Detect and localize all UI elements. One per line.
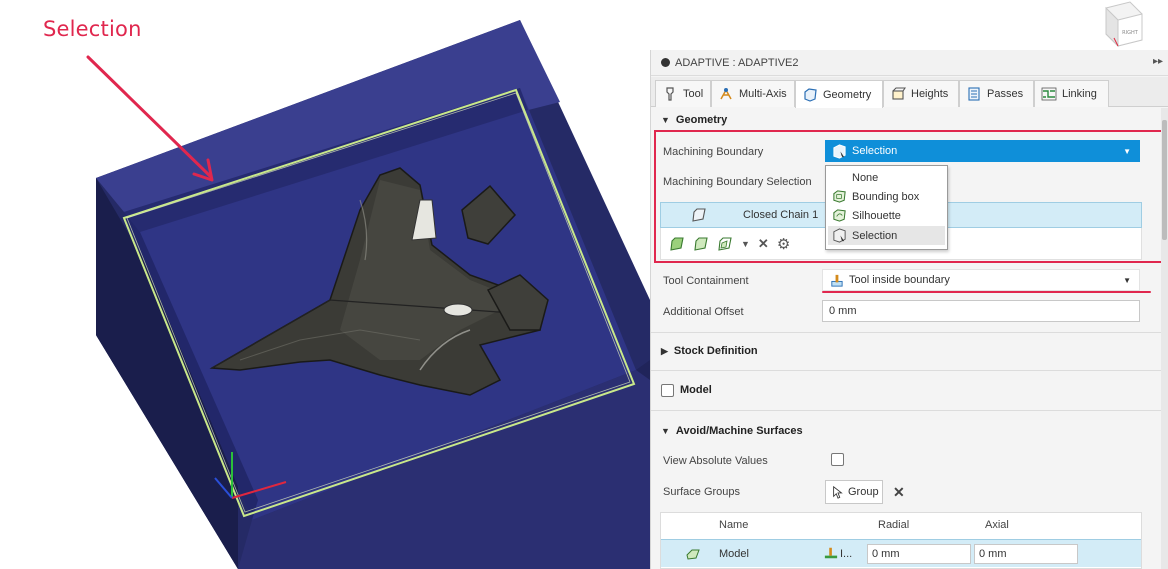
bounding-box-icon <box>833 190 846 203</box>
linking-icon <box>1041 87 1057 101</box>
geometry-icon <box>804 87 817 102</box>
tool-offset-icon <box>824 547 838 559</box>
additional-offset-value: 0 mm <box>829 305 857 317</box>
tool-containment-value: Tool inside boundary <box>849 274 950 286</box>
avoid-machine-surfaces-section-header[interactable]: ▼ Avoid/Machine Surfaces <box>651 419 1168 443</box>
view-cube[interactable]: RIGHT <box>1100 0 1144 48</box>
dropdown-option-bounding-box[interactable]: Bounding box <box>828 187 945 206</box>
collapse-triangle-icon: ▼ <box>661 115 670 125</box>
expand-triangle-icon: ▶ <box>661 345 668 356</box>
dropdown-option-silhouette[interactable]: Silhouette <box>828 206 945 225</box>
group-button[interactable]: Group <box>825 480 883 504</box>
tab-tool-label: Tool <box>683 88 704 100</box>
stock-definition-section-header[interactable]: ▶ Stock Definition <box>651 339 1168 363</box>
silhouette-icon <box>833 209 846 222</box>
model-checkbox[interactable] <box>661 383 674 397</box>
tool-containment-dropdown[interactable]: Tool inside boundary ▼ <box>822 269 1140 291</box>
table-header-axial: Axial <box>985 519 1009 531</box>
dropdown-option-label: Silhouette <box>852 209 901 222</box>
tab-linking-label: Linking <box>1062 88 1097 100</box>
dropdown-option-label: Bounding box <box>852 190 920 203</box>
tab-geometry[interactable]: Geometry <box>795 80 883 108</box>
table-row[interactable]: Model I... 0 mm 0 mm <box>661 539 1141 567</box>
tab-heights[interactable]: Heights <box>883 80 959 107</box>
chevron-down-icon: ▼ <box>1123 276 1131 285</box>
panel-scrollbar-thumb[interactable] <box>1162 120 1167 240</box>
surface-groups-label: Surface Groups <box>663 486 741 498</box>
avoid-machine-surfaces-title: Avoid/Machine Surfaces <box>675 425 803 437</box>
table-header-radial: Radial <box>878 519 910 531</box>
tab-geometry-label: Geometry <box>823 88 872 101</box>
dropdown-option-label: None <box>852 171 879 184</box>
multi-axis-icon <box>720 88 732 100</box>
dropdown-option-label: Selection <box>852 229 898 242</box>
tab-multi-axis[interactable]: Multi-Axis <box>711 80 795 107</box>
dropdown-option-selection[interactable]: Selection <box>828 226 945 245</box>
model-body-icon <box>686 549 700 560</box>
passes-icon <box>968 87 980 101</box>
section-divider <box>651 332 1168 333</box>
view-absolute-values-checkbox[interactable] <box>831 453 844 466</box>
table-cell-radial: 0 mm <box>872 548 900 560</box>
tab-linking[interactable]: Linking <box>1034 80 1109 107</box>
boundary-dropdown-menu: None Bounding box Silhouette Selection <box>825 165 948 250</box>
tab-heights-label: Heights <box>911 88 949 100</box>
additional-offset-label: Additional Offset <box>663 306 744 318</box>
geometry-section-header[interactable]: ▼ Geometry <box>651 108 1168 132</box>
tool-icon <box>666 87 674 101</box>
dropdown-option-none[interactable]: None <box>828 168 945 187</box>
section-divider <box>651 370 1168 371</box>
tab-passes-label: Passes <box>987 88 1024 100</box>
tab-multi-axis-label: Multi-Axis <box>739 88 787 100</box>
view-absolute-values-label: View Absolute Values <box>663 455 768 467</box>
clear-groups-icon[interactable]: ✕ <box>893 484 905 501</box>
table-cell-name: Model <box>719 548 749 560</box>
heights-icon <box>892 87 906 100</box>
panel-title: ADAPTIVE : ADAPTIVE2 <box>675 57 799 69</box>
table-cell-tool: I... <box>840 548 853 560</box>
table-header-name: Name <box>719 519 749 531</box>
table-cell-axial-input[interactable]: 0 mm <box>974 544 1078 564</box>
annotation-arrow <box>86 55 214 182</box>
panel-title-bar: ADAPTIVE : ADAPTIVE2 ▸▸ <box>651 50 1168 76</box>
group-button-label: Group <box>848 486 879 498</box>
collapse-triangle-icon: ▼ <box>661 426 670 436</box>
tool-containment-icon <box>831 274 843 287</box>
annotation-underline <box>822 291 1151 293</box>
screenshot-root: Selection RIGHT ADAPTIVE : ADAPTIVE2 ▸▸ … <box>0 0 1168 569</box>
viewcube-face-label: RIGHT <box>1122 30 1139 36</box>
cursor-select-icon <box>833 485 843 499</box>
operation-status-icon <box>661 58 670 67</box>
stock-definition-title: Stock Definition <box>673 345 758 357</box>
table-cell-radial-input[interactable]: 0 mm <box>867 544 971 564</box>
section-divider <box>651 410 1168 411</box>
selection-icon <box>833 228 846 243</box>
tab-passes[interactable]: Passes <box>959 80 1034 107</box>
tab-tool[interactable]: Tool <box>655 80 711 107</box>
expand-panel-icon[interactable]: ▸▸ <box>1153 56 1163 67</box>
table-cell-axial: 0 mm <box>979 548 1007 560</box>
model-title: Model <box>680 384 712 396</box>
geometry-section-title: Geometry <box>675 114 728 126</box>
cam-operation-panel: ADAPTIVE : ADAPTIVE2 ▸▸ Tool Multi-Axis … <box>650 50 1168 569</box>
surface-groups-table: Name Radial Axial Model I... 0 mm 0 mm <box>660 512 1142 569</box>
operation-tabs: Tool Multi-Axis Geometry Heights Passes … <box>651 77 1168 108</box>
model-section-header: Model <box>651 378 1168 402</box>
additional-offset-input[interactable]: 0 mm <box>822 300 1140 322</box>
tool-containment-label: Tool Containment <box>663 275 749 287</box>
